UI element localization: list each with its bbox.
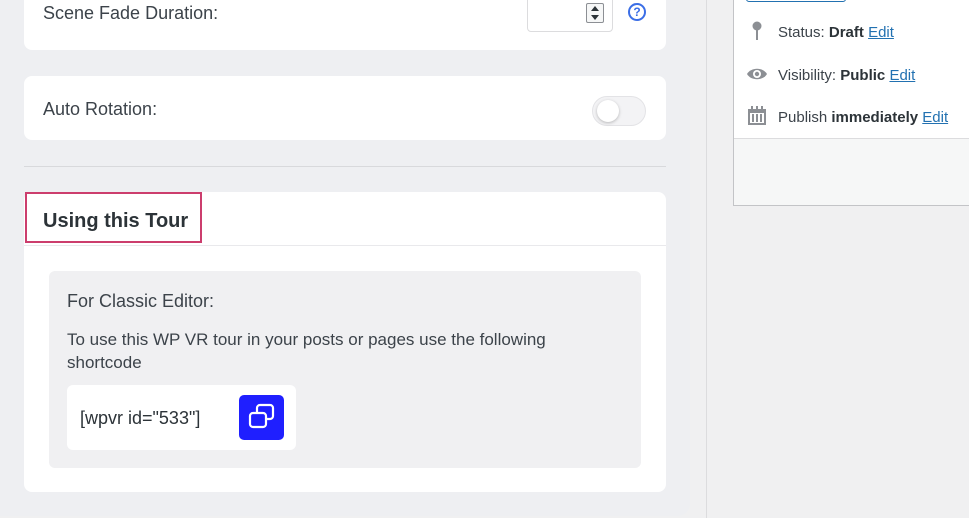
- section-divider: [24, 166, 666, 167]
- publish-box: Status: Draft Edit Visibility: Public Ed…: [733, 0, 969, 206]
- scene-fade-card: Scene Fade Duration: ?: [24, 0, 666, 50]
- visibility-value: Public: [840, 66, 886, 84]
- scene-fade-input[interactable]: [527, 0, 613, 32]
- publish-edit-link[interactable]: Edit: [922, 109, 948, 126]
- auto-rotation-card: Auto Rotation:: [24, 76, 666, 140]
- spinner-up-icon[interactable]: [591, 6, 599, 11]
- toggle-knob: [597, 100, 619, 122]
- shortcode-text[interactable]: [wpvr id="533"]: [80, 408, 200, 429]
- using-tour-card: Using this Tour For Classic Editor: To u…: [24, 192, 666, 492]
- copy-icon: [248, 403, 275, 429]
- visibility-edit-link[interactable]: Edit: [889, 67, 915, 84]
- publish-sidebar: Status: Draft Edit Visibility: Public Ed…: [706, 0, 969, 518]
- auto-rotation-toggle[interactable]: [592, 96, 646, 126]
- spinner-down-icon[interactable]: [591, 15, 599, 20]
- publish-value: immediately: [831, 108, 919, 126]
- usage-title-box: Using this Tour: [25, 192, 202, 243]
- classic-editor-description: To use this WP VR tour in your posts or …: [67, 330, 546, 372]
- status-value: Draft: [828, 23, 864, 41]
- shortcode-box: [wpvr id="533"]: [67, 385, 296, 450]
- publish-row: Publish immediately Edit: [746, 105, 948, 131]
- settings-panel: Scene Fade Duration: ? Auto Rotation: Us…: [0, 0, 690, 518]
- visibility-row: Visibility: Public Edit: [746, 63, 915, 89]
- usage-title: Using this Tour: [43, 210, 189, 232]
- visibility-label: Visibility:: [778, 66, 837, 84]
- classic-editor-box: For Classic Editor: To use this WP VR to…: [49, 271, 641, 468]
- status-row: Status: Draft Edit: [746, 20, 894, 46]
- auto-rotation-label: Auto Rotation:: [43, 99, 158, 119]
- scene-fade-label: Scene Fade Duration:: [43, 3, 219, 23]
- classic-editor-title: For Classic Editor:: [67, 291, 215, 311]
- calendar-icon: [746, 105, 768, 131]
- publish-label: Publish: [778, 108, 828, 126]
- publish-actions-area: [734, 139, 969, 205]
- help-icon[interactable]: ?: [628, 3, 646, 21]
- preview-button[interactable]: [746, 0, 846, 2]
- status-edit-link[interactable]: Edit: [868, 24, 894, 41]
- pin-icon: [746, 20, 768, 46]
- copy-shortcode-button[interactable]: [239, 395, 284, 440]
- status-label: Status:: [778, 23, 825, 41]
- number-spinner[interactable]: [586, 3, 604, 23]
- usage-header: Using this Tour: [24, 192, 666, 246]
- eye-icon: [746, 63, 768, 89]
